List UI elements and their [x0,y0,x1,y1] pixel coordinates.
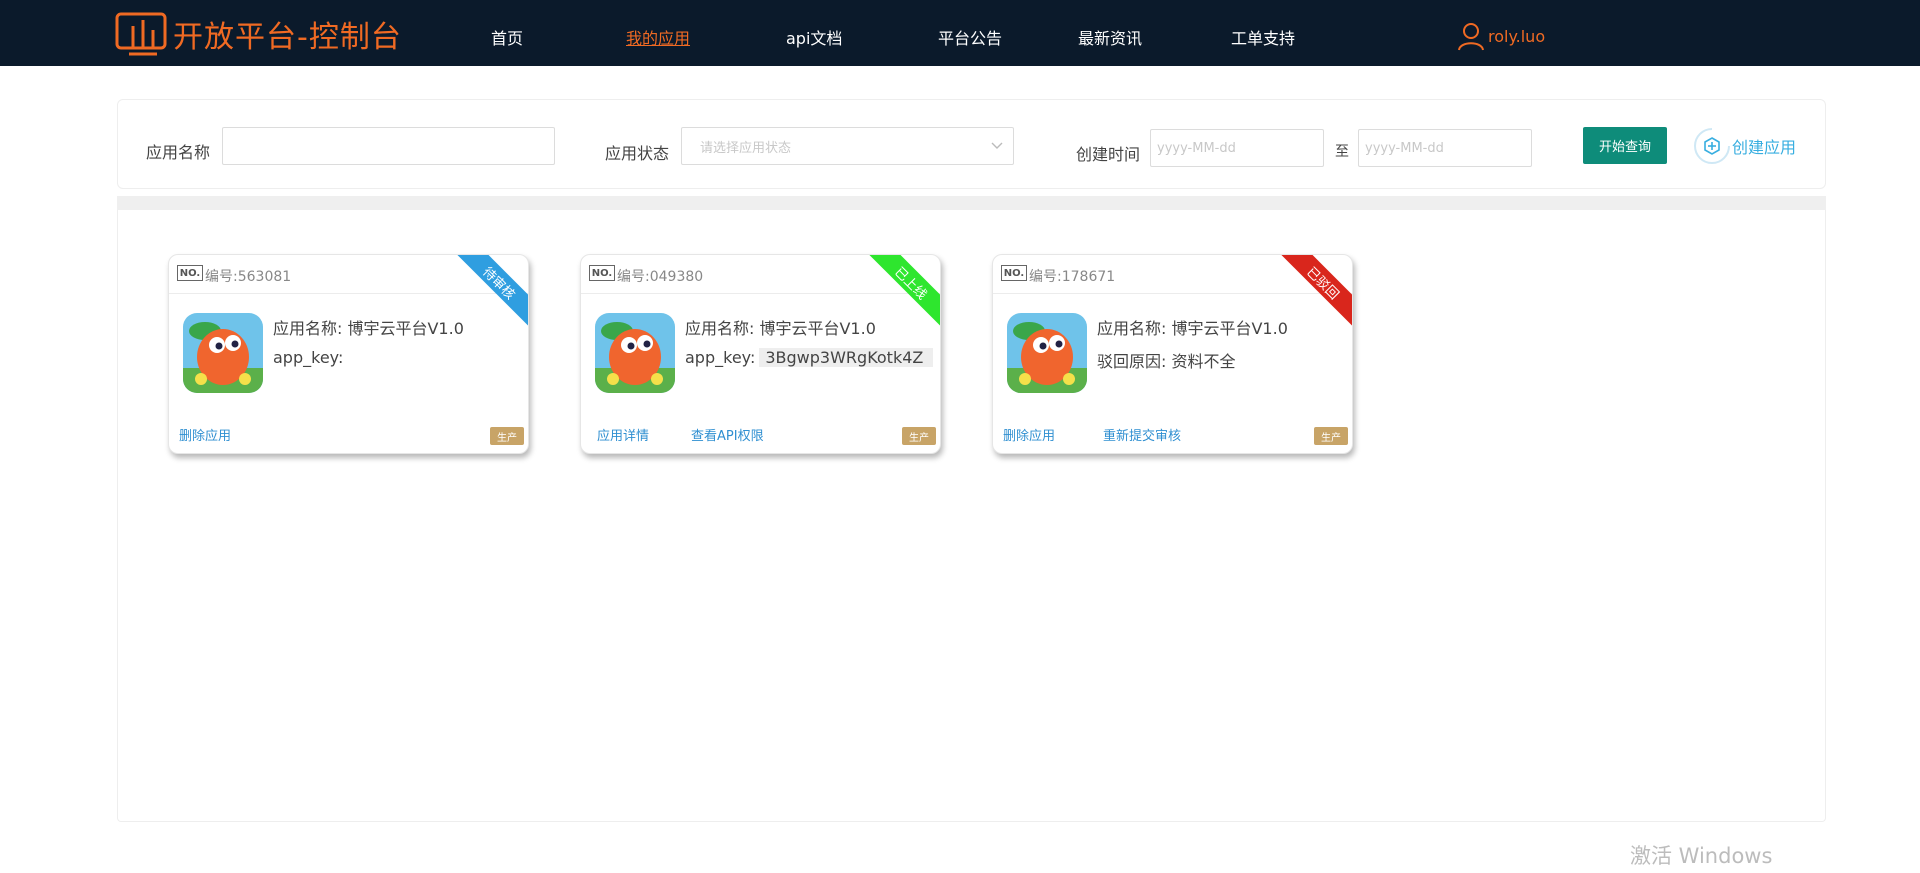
chevron-down-icon [991,142,1003,149]
app-card: NO. 编号:049380 已上线 应用名称: 博宇云平台V1.0 app_ke… [580,254,941,454]
date-separator: 至 [1335,144,1349,160]
nav-news[interactable]: 最新资讯 [1078,25,1142,49]
section-divider [117,196,1826,210]
env-tag: 生产 [902,427,936,445]
app-name-input[interactable] [222,127,555,165]
app-name: 应用名称: 博宇云平台V1.0 [685,319,876,338]
date-from-input[interactable]: yyyy-MM-dd [1150,129,1324,167]
app-name-label: 应用名称 [146,143,211,162]
nav-home[interactable]: 首页 [491,25,523,49]
delete-app-link[interactable]: 删除应用 [1003,425,1055,444]
status-select[interactable]: 请选择应用状态 [681,127,1014,165]
add-hexagon-icon [1694,128,1730,164]
app-number: 编号:178671 [1029,269,1116,285]
no-badge: NO. [589,265,615,281]
windows-activation-watermark: 激活 Windows [1630,844,1773,868]
nav-my-apps[interactable]: 我的应用 [626,25,690,49]
created-time-label: 创建时间 [1076,145,1141,164]
date-to-input[interactable]: yyyy-MM-dd [1358,129,1532,167]
app-name: 应用名称: 博宇云平台V1.0 [273,319,464,338]
delete-app-link[interactable]: 删除应用 [179,425,231,444]
user-menu[interactable]: roly.luo [1456,21,1545,51]
create-app-button[interactable]: 创建应用 [1692,126,1796,166]
app-icon [595,313,675,393]
top-navbar: 开放平台-控制台 首页 我的应用 api文档 平台公告 最新资讯 工单支持 ro… [0,0,1920,66]
app-details-link[interactable]: 应用详情 [597,425,649,444]
env-tag: 生产 [490,427,524,445]
nav-announcements[interactable]: 平台公告 [938,25,1002,49]
app-key-label: app_key: [273,348,344,367]
app-key: app_key: [273,348,343,367]
no-badge: NO. [177,265,203,281]
app-card: NO. 编号:563081 待审核 应用名称: 博宇云平台V1.0 app_ke… [168,254,529,454]
app-icon [1007,313,1087,393]
reject-reason: 驳回原因: 资料不全 [1097,352,1236,371]
status-placeholder: 请选择应用状态 [700,140,792,156]
app-number: 编号:049380 [617,269,704,285]
nav-api-docs[interactable]: api文档 [786,25,842,49]
status-label: 应用状态 [605,144,670,163]
user-icon [1458,23,1484,51]
nav-ticket-support[interactable]: 工单支持 [1231,25,1295,49]
app-icon [183,313,263,393]
app-title: 开放平台-控制台 [173,20,402,55]
start-query-button[interactable]: 开始查询 [1583,127,1667,164]
no-badge: NO. [1001,265,1027,281]
chart-logo-icon [115,12,167,56]
resubmit-review-link[interactable]: 重新提交审核 [1103,425,1181,444]
app-number: 编号:563081 [205,269,292,285]
app-key: app_key: 3Bgwp3WRgKotk4Z [685,348,934,367]
create-app-label: 创建应用 [1732,138,1797,157]
env-tag: 生产 [1314,427,1348,445]
username: roly.luo [1488,26,1546,46]
logo[interactable]: 开放平台-控制台 [115,12,402,56]
app-key-value: 3Bgwp3WRgKotk4Z [759,348,934,367]
app-card: NO. 编号:178671 已驳回 应用名称: 博宇云平台V1.0 驳回原因: … [992,254,1353,454]
view-api-permissions-link[interactable]: 查看API权限 [691,425,764,444]
app-key-label: app_key: [685,348,756,367]
app-name: 应用名称: 博宇云平台V1.0 [1097,319,1288,338]
